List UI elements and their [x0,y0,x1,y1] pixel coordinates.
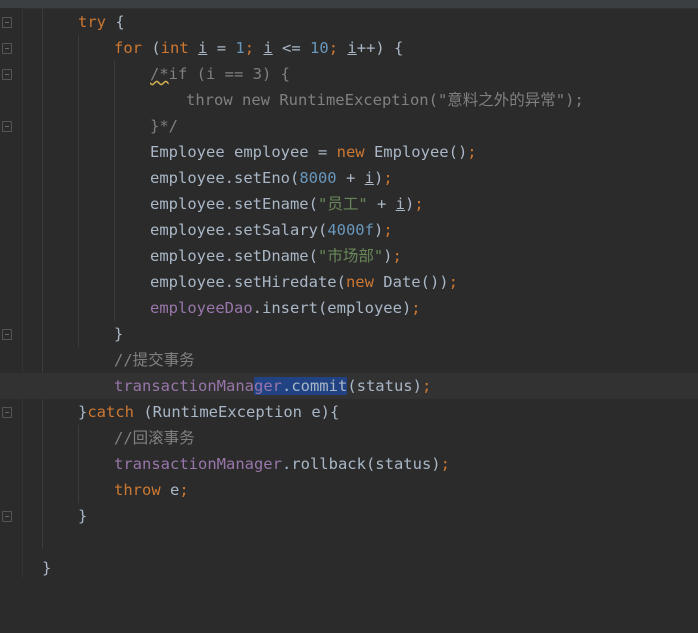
code-editor[interactable]: try { for (int i = 1; i <= 10; i++) { /*… [0,9,698,581]
code-line[interactable]: /*if (i == 3) { [0,61,698,87]
code-line[interactable]: employeeDao.insert(employee); [0,295,698,321]
code-line[interactable]: //提交事务 [0,347,698,373]
fold-marker-icon[interactable] [2,121,12,132]
typo-warning: /* [150,65,169,83]
code-line[interactable]: employee.setEno(8000 + i); [0,165,698,191]
code-line[interactable]: }catch (RuntimeException e){ [0,399,698,425]
code-line[interactable]: Employee employee = new Employee(); [0,139,698,165]
code-line[interactable]: //回滚事务 [0,425,698,451]
code-line[interactable]: for (int i = 1; i <= 10; i++) { [0,35,698,61]
code-line[interactable]: transactionManager.rollback(status); [0,451,698,477]
code-line[interactable]: employee.setHiredate(new Date()); [0,269,698,295]
fold-marker-icon[interactable] [2,329,12,340]
code-line[interactable]: try { [0,9,698,35]
code-line[interactable]: throw new RuntimeException("意料之外的异常"); [0,87,698,113]
fold-marker-icon[interactable] [2,69,12,80]
text-selection[interactable]: ger.commit [253,377,348,395]
fold-marker-icon[interactable] [2,43,12,54]
code-line[interactable]: employee.setEname("员工" + i); [0,191,698,217]
keyword: try [78,13,106,31]
code-line[interactable]: employee.setSalary(4000f); [0,217,698,243]
code-line[interactable]: employee.setDname("市场部"); [0,243,698,269]
code-line[interactable]: } [0,503,698,529]
code-line[interactable]: }*/ [0,113,698,139]
code-line[interactable] [0,529,698,555]
fold-marker-icon[interactable] [2,511,12,522]
code-line[interactable]: throw e; [0,477,698,503]
editor-tab-bar [0,0,698,9]
code-line[interactable]: } [0,321,698,347]
fold-marker-icon[interactable] [2,17,12,28]
current-code-line[interactable]: transactionManager.commit(status); [0,373,698,399]
fold-marker-icon[interactable] [2,407,12,418]
code-line[interactable]: } [0,555,698,581]
